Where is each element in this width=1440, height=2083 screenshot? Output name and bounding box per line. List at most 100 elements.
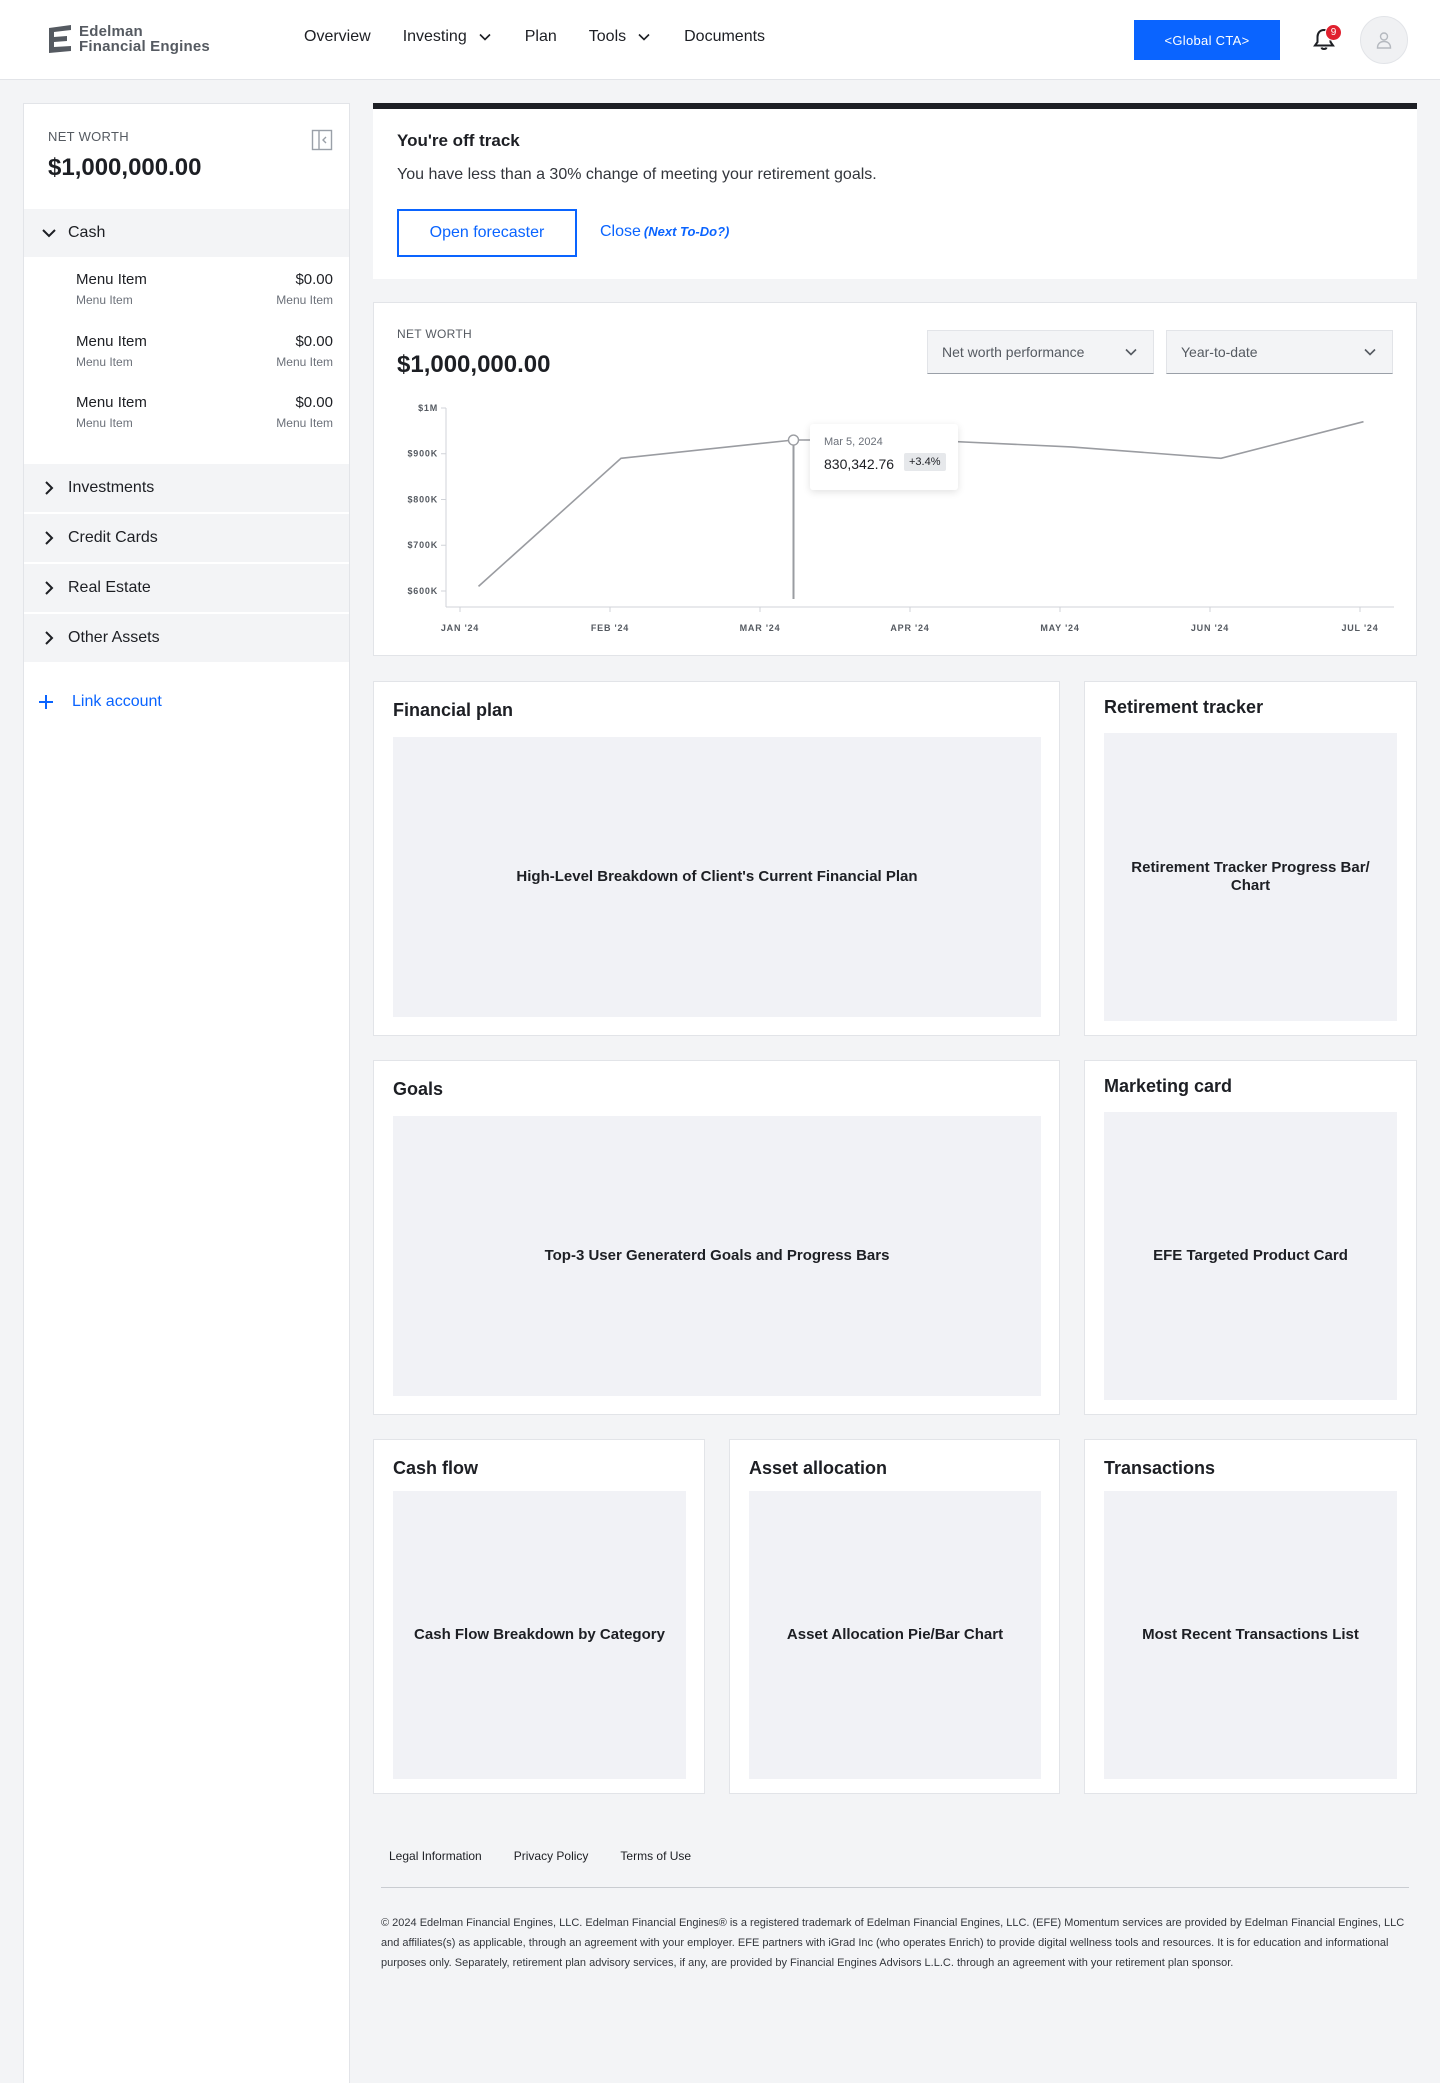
top-nav-bar: Edelman Financial Engines Overview Inves… bbox=[0, 0, 1440, 80]
chevron-down-icon bbox=[1364, 348, 1376, 356]
nav-documents-label: Documents bbox=[684, 28, 766, 45]
sidebar-section-label: Real Estate bbox=[68, 579, 151, 596]
chart-net-worth-value: $1,000,000.00 bbox=[397, 351, 551, 378]
cash-menu-item[interactable]: Menu Item Menu Item $0.00 Menu Item bbox=[76, 333, 333, 383]
tooltip-date: Mar 5, 2024 bbox=[824, 436, 883, 448]
x-tick-label: JUL '24 bbox=[1341, 623, 1378, 633]
avatar[interactable] bbox=[1360, 16, 1408, 64]
card-title: Marketing card bbox=[1104, 1076, 1233, 1096]
alert-title: You're off track bbox=[397, 131, 520, 150]
nav-investing[interactable]: Investing bbox=[403, 28, 493, 46]
open-forecaster-button[interactable]: Open forecaster bbox=[397, 209, 577, 257]
sidebar-section-other-assets[interactable]: Other Assets bbox=[24, 614, 349, 662]
chart-tooltip: Mar 5, 2024 830,342.76 +3.4% bbox=[810, 424, 958, 490]
close-alert-button[interactable]: Close (Next To-Do?) bbox=[600, 223, 729, 241]
chevron-right-icon bbox=[45, 631, 54, 645]
card-title: Transactions bbox=[1104, 1458, 1216, 1478]
y-tick-label: $800K bbox=[407, 494, 438, 504]
sidebar-net-worth-label: NET WORTH bbox=[48, 129, 129, 144]
highlight-point bbox=[787, 434, 800, 446]
footer-divider bbox=[381, 1887, 1409, 1888]
financial-plan-card: Financial plan High-Level Breakdown of C… bbox=[373, 681, 1060, 1036]
transactions-card: Transactions Most Recent Transactions Li… bbox=[1084, 1439, 1417, 1794]
nav-investing-label: Investing bbox=[402, 28, 467, 45]
y-tick-label: $600K bbox=[407, 586, 438, 596]
chevron-down-icon bbox=[1125, 348, 1137, 356]
close-label: Close bbox=[600, 223, 641, 240]
cash-flow-placeholder: Cash Flow Breakdown by Category bbox=[393, 1491, 686, 1779]
cash-menu-item[interactable]: Menu Item Menu Item $0.00 Menu Item bbox=[76, 394, 333, 444]
y-tick-label: $900K bbox=[407, 449, 438, 459]
nav-tools[interactable]: Tools bbox=[589, 28, 652, 46]
logo-line-2: Financial Engines bbox=[79, 38, 210, 55]
card-title: Cash flow bbox=[393, 1458, 479, 1478]
y-tick-label: $1M bbox=[418, 403, 438, 413]
global-cta-button[interactable]: <Global CTA> bbox=[1134, 20, 1280, 60]
metric-select[interactable]: Net worth performance bbox=[927, 330, 1154, 374]
menu-item-desc: Menu Item bbox=[76, 416, 133, 430]
asset-allocation-placeholder: Asset Allocation Pie/Bar Chart bbox=[749, 1491, 1041, 1779]
menu-item-amount: $0.00 bbox=[295, 271, 333, 288]
range-select-value: Year-to-date bbox=[1181, 344, 1258, 360]
chevron-down-icon bbox=[479, 33, 491, 41]
footer-link-privacy[interactable]: Privacy Policy bbox=[514, 1849, 589, 1863]
card-title: Goals bbox=[393, 1079, 444, 1099]
user-icon bbox=[1376, 32, 1392, 49]
card-title: Financial plan bbox=[393, 700, 514, 720]
net-worth-chart-card: NET WORTH $1,000,000.00 Net worth perfor… bbox=[373, 302, 1417, 656]
nav-plan[interactable]: Plan bbox=[525, 28, 557, 46]
sidebar-section-label: Cash bbox=[68, 224, 106, 241]
sidebar-section-investments[interactable]: Investments bbox=[24, 464, 349, 512]
cash-menu-item[interactable]: Menu Item Menu Item $0.00 Menu Item bbox=[76, 271, 333, 321]
x-tick-label: JUN '24 bbox=[1191, 623, 1229, 633]
financial-plan-placeholder: High-Level Breakdown of Client's Current… bbox=[393, 737, 1041, 1017]
sidebar-section-label: Other Assets bbox=[68, 629, 160, 646]
x-tick-label: FEB '24 bbox=[591, 623, 629, 633]
menu-item-amount: $0.00 bbox=[295, 394, 333, 411]
y-tick-label: $700K bbox=[407, 540, 438, 550]
logo-mark-icon bbox=[47, 24, 73, 54]
main-nav: Overview Investing Plan Tools Documents bbox=[304, 28, 797, 46]
menu-item-desc: Menu Item bbox=[76, 355, 133, 369]
sidebar-net-worth-value: $1,000,000.00 bbox=[48, 154, 202, 181]
goals-placeholder: Top-3 User Generaterd Goals and Progress… bbox=[393, 1116, 1041, 1396]
collapse-sidebar-icon[interactable] bbox=[311, 129, 333, 151]
footer-link-legal[interactable]: Legal Information bbox=[389, 1849, 482, 1863]
menu-item-desc: Menu Item bbox=[76, 293, 133, 307]
menu-item-amount: $0.00 bbox=[295, 333, 333, 350]
card-title: Retirement tracker bbox=[1104, 697, 1264, 717]
chevron-right-icon bbox=[45, 531, 54, 545]
close-note: (Next To-Do?) bbox=[643, 224, 730, 239]
legal-disclaimer: © 2024 Edelman Financial Engines, LLC. E… bbox=[381, 1917, 1405, 1969]
chevron-down-icon bbox=[42, 229, 56, 238]
notification-badge: 9 bbox=[1325, 24, 1342, 41]
alert-body: You have less than a 30% change of meeti… bbox=[397, 166, 877, 183]
link-account-button[interactable]: Link account bbox=[36, 692, 162, 712]
retirement-tracker-card: Retirement tracker Retirement Tracker Pr… bbox=[1084, 681, 1417, 1036]
off-track-alert: You're off track You have less than a 30… bbox=[373, 103, 1417, 279]
nav-documents[interactable]: Documents bbox=[684, 28, 765, 46]
nav-tools-label: Tools bbox=[588, 28, 627, 45]
menu-item-amount-desc: Menu Item bbox=[276, 293, 333, 307]
asset-allocation-card: Asset allocation Asset Allocation Pie/Ba… bbox=[729, 1439, 1060, 1794]
sidebar-section-label: Credit Cards bbox=[68, 529, 158, 546]
sidebar-section-credit-cards[interactable]: Credit Cards bbox=[24, 514, 349, 562]
logo-line-1: Edelman bbox=[79, 23, 143, 40]
footer-link-terms[interactable]: Terms of Use bbox=[620, 1849, 691, 1863]
tooltip-value: 830,342.76 bbox=[824, 456, 895, 472]
brand-logo[interactable]: Edelman Financial Engines bbox=[47, 24, 210, 54]
marketing-card: Marketing card EFE Targeted Product Card bbox=[1084, 1060, 1417, 1415]
marketing-placeholder: EFE Targeted Product Card bbox=[1104, 1112, 1397, 1400]
menu-item-title: Menu Item bbox=[76, 394, 147, 411]
x-tick-label: APR '24 bbox=[890, 623, 929, 633]
sidebar-section-real-estate[interactable]: Real Estate bbox=[24, 564, 349, 612]
chart-net-worth-label: NET WORTH bbox=[397, 327, 472, 341]
cash-flow-card: Cash flow Cash Flow Breakdown by Categor… bbox=[373, 1439, 705, 1794]
footer-links: Legal Information Privacy Policy Terms o… bbox=[389, 1849, 723, 1863]
x-tick-label: JAN '24 bbox=[441, 623, 479, 633]
range-select[interactable]: Year-to-date bbox=[1166, 330, 1393, 374]
nav-overview[interactable]: Overview bbox=[304, 28, 371, 46]
sidebar-section-cash[interactable]: Cash bbox=[24, 209, 349, 257]
retirement-tracker-placeholder: Retirement Tracker Progress Bar/ Chart bbox=[1104, 733, 1397, 1021]
chevron-down-icon bbox=[638, 33, 650, 41]
